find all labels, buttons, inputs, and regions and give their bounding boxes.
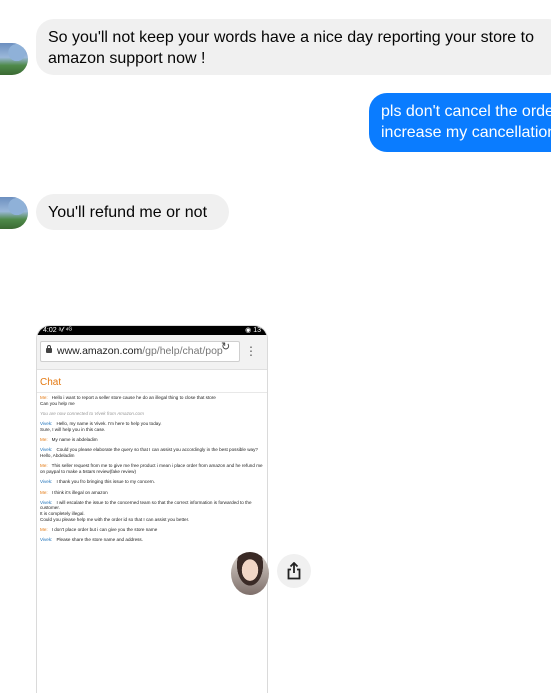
share-button[interactable]: [277, 554, 311, 588]
line-text: Sure, I will help you in this case.: [40, 426, 106, 432]
line-text: It is completely illegal.: [40, 511, 85, 517]
reload-icon: ↻: [221, 341, 231, 353]
transcript-line: Vivek: Please share the store name and ad…: [40, 537, 264, 543]
line-text: Hello, Abdeladim: [40, 453, 75, 459]
line-text: I think it's illegal on amazon: [51, 489, 108, 495]
transcript-line: Sure, I will help you in this case.: [40, 427, 264, 433]
transcript-line: Me: I don't place order but i can give yo…: [40, 527, 264, 533]
line-text: You are now connected to Vivek from Amaz…: [40, 410, 144, 416]
transcript-line: Can you help me: [40, 401, 264, 407]
transcript-line: Me: This seller request from me to give m…: [40, 463, 264, 475]
phone-status-bar: 4:02 ᵃ𝓁 ⁴ᴳ ◉ 13: [37, 326, 267, 335]
url-bar: www.amazon.com/gp/help/chat/pop: [40, 341, 240, 362]
line-text: I don't place order but i can give you t…: [51, 527, 158, 533]
lock-icon: [46, 345, 52, 353]
line-text: Hello i want to report a seller store ca…: [51, 395, 216, 400]
line-text: Can you help me: [40, 400, 75, 406]
screenshot-attachment[interactable]: 4:02 ᵃ𝓁 ⁴ᴳ ◉ 13 www.amazon.com/gp/help/c…: [36, 325, 268, 693]
speaker-label: Me:: [40, 489, 48, 495]
line-text: I will escalate the issue to the concern…: [40, 499, 252, 511]
speaker-label: Me:: [40, 395, 48, 400]
speaker-label: Vivek:: [40, 537, 53, 543]
message-bubble[interactable]: So you'll not keep your words have a nic…: [36, 19, 551, 75]
transcript-line: Hello, Abdeladim: [40, 453, 264, 459]
line-text: Could you please help me with the order …: [40, 517, 190, 523]
speaker-label: Vivek:: [40, 421, 53, 427]
line-text: I thank you fro bringing this issue to m…: [56, 479, 155, 485]
url-path: /gp/help/chat/pop: [142, 345, 223, 357]
more-options-icon: ⋮: [245, 344, 257, 358]
status-right: ◉ 13: [245, 327, 261, 334]
line-text: Please share the store name and address.: [56, 537, 144, 543]
line-text: My name is abdeladim: [51, 437, 98, 443]
transcript-line: Me: I think it's illegal on amazon: [40, 490, 264, 496]
outgoing-message-bubble[interactable]: pls don't cancel the order it will incre…: [369, 93, 551, 152]
line-text: Hello, my name is Vivek. I'm here to hel…: [56, 421, 162, 427]
speaker-label: Vivek:: [40, 479, 53, 485]
speaker-label: Me:: [40, 437, 48, 443]
message-bubble[interactable]: You'll refund me or not: [36, 194, 229, 230]
sender-avatar[interactable]: [231, 552, 269, 595]
speaker-label: Me:: [40, 527, 48, 533]
transcript-line: You are now connected to Vivek from Amaz…: [40, 411, 264, 417]
speaker-label: Vivek:: [40, 447, 53, 453]
transcript-line: Could you please help me with the order …: [40, 517, 264, 523]
line-text: Could you please elaborate the query so …: [56, 447, 258, 453]
contact-avatar[interactable]: [0, 197, 28, 229]
transcript-line: Vivek: I thank you fro bringing this issu…: [40, 479, 264, 485]
contact-avatar[interactable]: [0, 43, 28, 75]
message-text: pls don't cancel the order it will incre…: [381, 103, 551, 141]
speaker-label: Vivek:: [40, 499, 53, 505]
chat-title: Chat: [37, 370, 267, 393]
chat-transcript: Me: Hello i want to report a seller store…: [37, 393, 267, 550]
transcript-line: Me: My name is abdeladim: [40, 437, 264, 443]
speaker-label: Me:: [40, 463, 48, 469]
message-text: You'll refund me or not: [48, 204, 208, 221]
transcript-line: Vivek: I will escalate the issue to the c…: [40, 500, 264, 512]
browser-toolbar: www.amazon.com/gp/help/chat/pop ↻ ⋮: [37, 335, 267, 370]
url-domain: www.amazon.com: [57, 345, 143, 357]
status-time: 4:02: [43, 327, 57, 334]
share-icon: [287, 562, 301, 580]
status-signal: ᵃ𝓁 ⁴ᴳ: [58, 327, 72, 334]
message-text: So you'll not keep your words have a nic…: [48, 29, 534, 67]
line-text: This seller request from me to give me f…: [40, 463, 263, 475]
